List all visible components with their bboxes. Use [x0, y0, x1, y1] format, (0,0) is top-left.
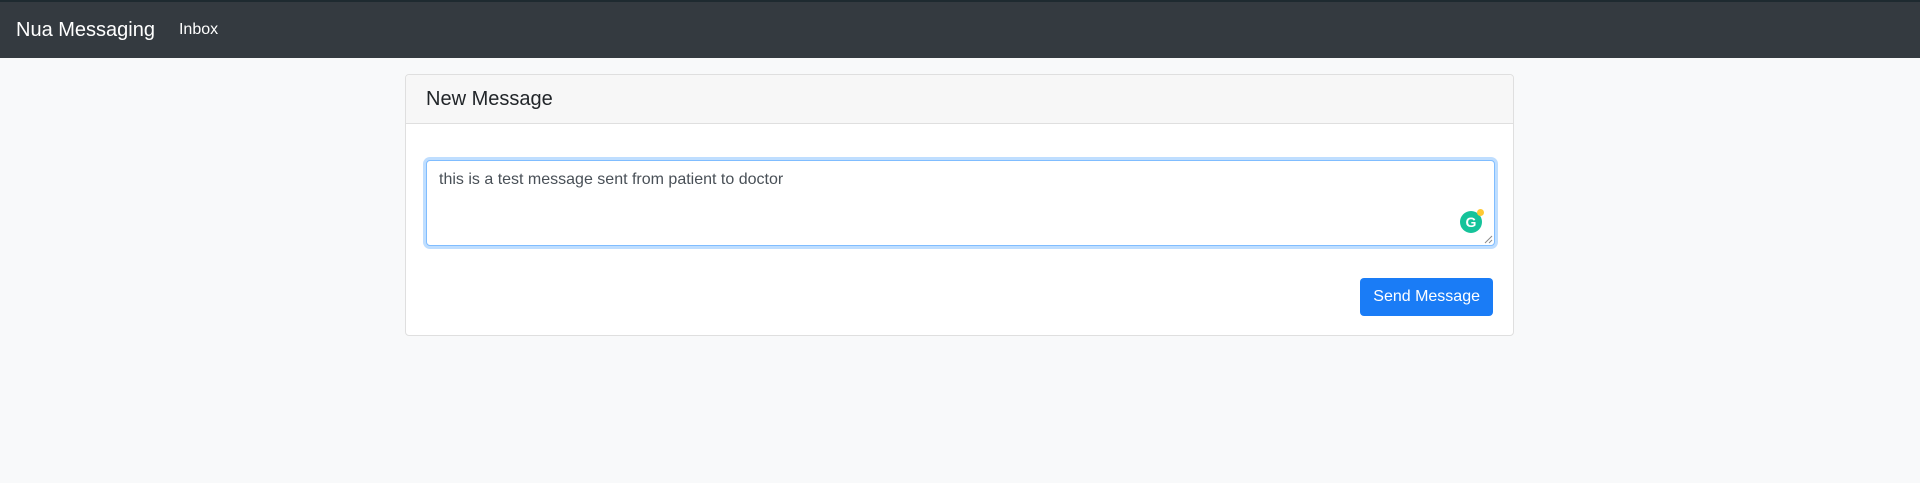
- new-message-card: New Message this is a test message sent …: [405, 74, 1514, 336]
- message-text: this is a test message sent from patient…: [439, 171, 784, 188]
- send-message-button[interactable]: Send Message: [1360, 278, 1493, 316]
- grammarly-notification-dot: [1477, 209, 1484, 216]
- resize-handle-icon[interactable]: [1483, 234, 1493, 244]
- card-title: New Message: [426, 87, 553, 110]
- navbar: Nua Messaging Inbox: [0, 0, 1920, 58]
- brand-link[interactable]: Nua Messaging: [16, 19, 155, 42]
- card-header: New Message: [406, 75, 1513, 124]
- nav-link-inbox[interactable]: Inbox: [179, 21, 218, 39]
- message-textarea[interactable]: this is a test message sent from patient…: [426, 160, 1495, 246]
- grammarly-icon[interactable]: G: [1460, 209, 1484, 233]
